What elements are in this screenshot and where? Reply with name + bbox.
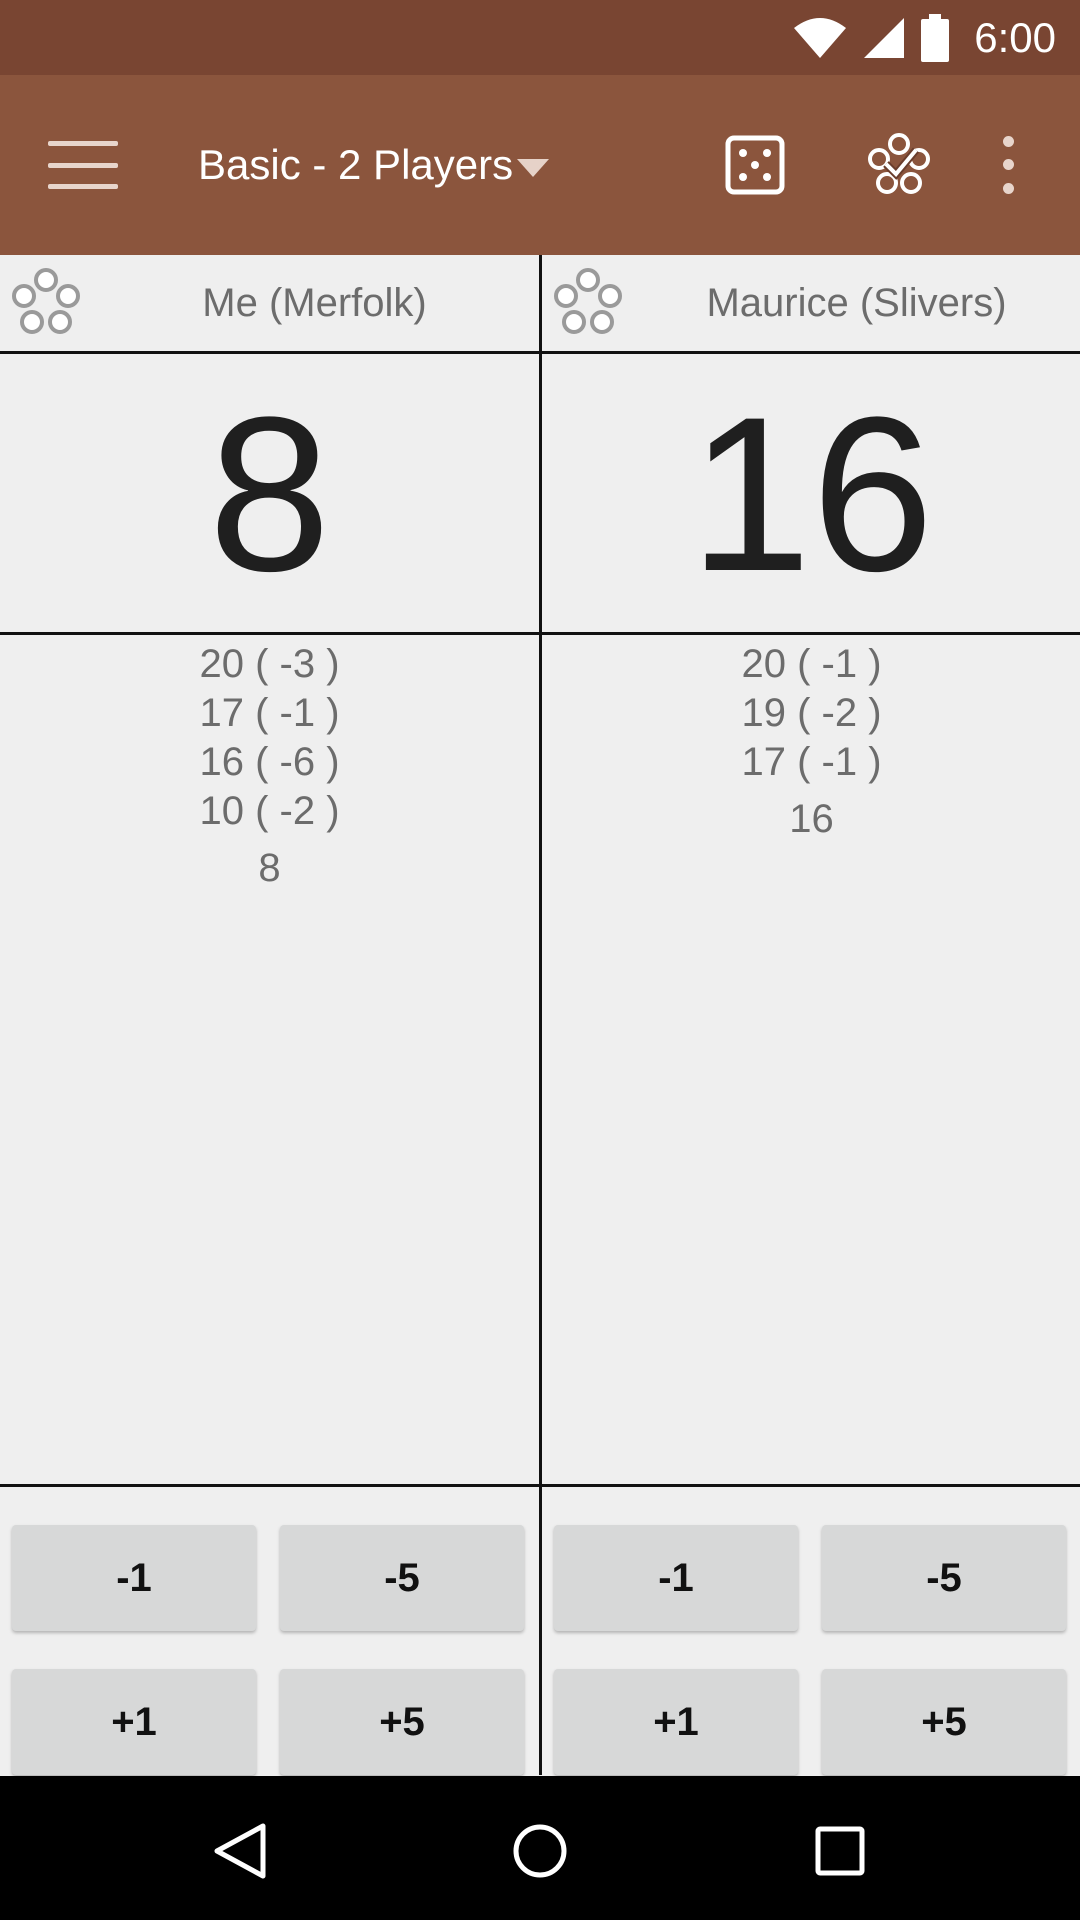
history-current: 16: [789, 797, 834, 841]
life-history: 20 ( -1 ) 19 ( -2 ) 17 ( -1 ) 16: [542, 640, 1080, 844]
history-entry: 10 ( -2 ): [199, 789, 340, 833]
plus-1-button[interactable]: +1: [554, 1669, 798, 1775]
clock: 6:00: [974, 13, 1056, 61]
status-bar: 6:00: [0, 0, 1080, 75]
history-entry: 17 ( -1 ): [741, 740, 882, 784]
plus-1-button[interactable]: +1: [12, 1669, 256, 1775]
app-bar: Basic - 2 Players: [0, 75, 1080, 255]
overflow-menu-icon[interactable]: [988, 130, 1028, 200]
history-entry: 17 ( -1 ): [199, 691, 340, 735]
menu-icon[interactable]: [48, 133, 118, 197]
dice-icon[interactable]: [720, 130, 790, 200]
player-name[interactable]: Me (Merfolk): [90, 255, 539, 351]
history-entry: 16 ( -6 ): [199, 740, 340, 784]
dropdown-caret-icon: [517, 159, 550, 177]
minus-1-button[interactable]: -1: [12, 1525, 256, 1631]
game-mode-dropdown[interactable]: Basic - 2 Players: [198, 123, 550, 207]
player-panel-1: Me (Merfolk) 8 20 ( -3 ) 17 ( -1 ) 16 ( …: [0, 255, 539, 1775]
player-header[interactable]: Maurice (Slivers): [542, 255, 1080, 351]
back-icon[interactable]: [205, 1816, 275, 1886]
flower-check-icon[interactable]: [864, 130, 934, 200]
flower-icon[interactable]: [548, 263, 628, 343]
wifi-icon: [794, 17, 847, 58]
plus-5-button[interactable]: +5: [822, 1669, 1066, 1775]
signal-icon: [864, 17, 905, 58]
life-history: 20 ( -3 ) 17 ( -1 ) 16 ( -6 ) 10 ( -2 ) …: [0, 640, 539, 893]
status-icons: 6:00: [792, 0, 1056, 75]
history-entry: 20 ( -1 ): [741, 642, 882, 686]
history-entry: 19 ( -2 ): [741, 691, 882, 735]
history-entry: 20 ( -3 ): [199, 642, 340, 686]
minus-5-button[interactable]: -5: [280, 1525, 524, 1631]
minus-1-button[interactable]: -1: [554, 1525, 798, 1631]
minus-5-button[interactable]: -5: [822, 1525, 1066, 1631]
player-name[interactable]: Maurice (Slivers): [632, 255, 1080, 351]
nav-bar: [0, 1776, 1080, 1920]
player-header[interactable]: Me (Merfolk): [0, 255, 539, 351]
history-current: 8: [258, 846, 281, 890]
life-total[interactable]: 8: [0, 353, 539, 635]
plus-5-button[interactable]: +5: [280, 1669, 524, 1775]
life-buttons: -1 -5 +1 +5: [0, 1505, 539, 1775]
life-buttons: -1 -5 +1 +5: [542, 1505, 1080, 1775]
page-title: Basic - 2 Players: [198, 141, 514, 188]
life-total[interactable]: 16: [542, 353, 1080, 635]
home-icon[interactable]: [505, 1816, 575, 1886]
flower-icon[interactable]: [6, 263, 86, 343]
battery-icon: [921, 13, 950, 62]
recents-icon[interactable]: [805, 1816, 875, 1886]
player-panel-2: Maurice (Slivers) 16 20 ( -1 ) 19 ( -2 )…: [542, 255, 1080, 1775]
